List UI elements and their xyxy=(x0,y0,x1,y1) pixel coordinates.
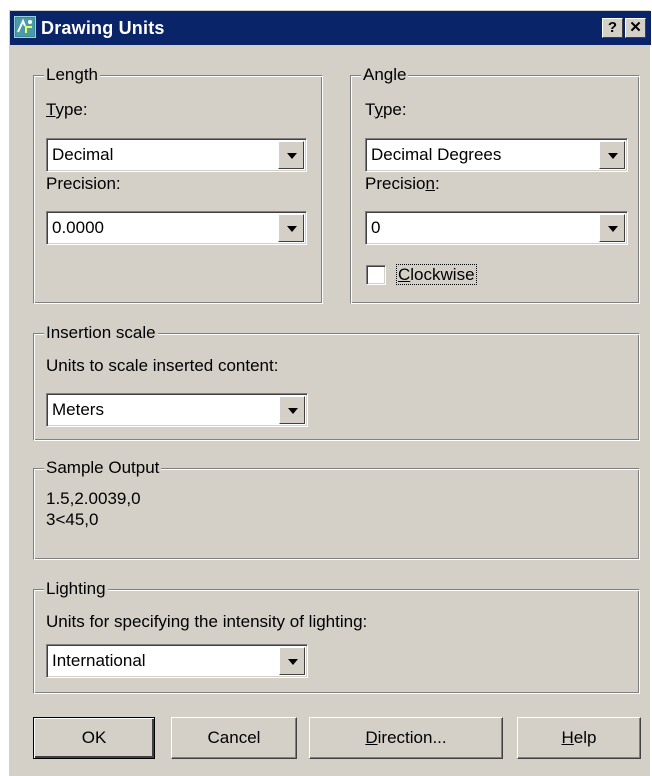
angle-type-label: Type: xyxy=(365,100,407,119)
angle-type-select[interactable]: Decimal Degrees xyxy=(365,138,628,172)
insertion-units-dropdown-button[interactable] xyxy=(279,396,305,424)
title-bar[interactable]: Drawing Units ? ✕ xyxy=(10,11,651,45)
sample-output-group-label: Sample Output xyxy=(44,458,162,478)
angle-type-dropdown-button[interactable] xyxy=(599,141,625,169)
angle-group-label: Angle xyxy=(361,65,409,85)
clockwise-checkbox[interactable] xyxy=(366,265,386,285)
lighting-group: Lighting Units for specifying the intens… xyxy=(33,579,640,694)
angle-precision-value: 0 xyxy=(371,218,381,237)
chevron-down-icon xyxy=(288,659,298,665)
lighting-units-dropdown-button[interactable] xyxy=(279,647,305,675)
length-group: Length Type: Decimal Precision: 0.0000 xyxy=(33,65,323,304)
length-group-label: Length xyxy=(44,65,100,85)
question-mark-icon: ? xyxy=(607,19,618,36)
insertion-units-select[interactable]: Meters xyxy=(46,393,308,427)
direction-button[interactable]: Direction... xyxy=(309,717,503,759)
lighting-description: Units for specifying the intensity of li… xyxy=(46,612,368,631)
insertion-scale-description: Units to scale inserted content: xyxy=(46,356,279,375)
chevron-down-icon xyxy=(287,153,297,159)
lighting-units-value: International xyxy=(52,651,146,670)
clockwise-label[interactable]: Clockwise xyxy=(396,264,477,285)
length-precision-label: Precision: xyxy=(46,174,121,193)
lighting-units-select[interactable]: International xyxy=(46,644,308,678)
help-question-button[interactable]: ? xyxy=(602,18,623,38)
sample-output-line-2: 3<45,0 xyxy=(46,510,99,529)
drawing-units-dialog: Drawing Units ? ✕ Length Type: Decimal P… xyxy=(9,10,651,776)
insertion-units-value: Meters xyxy=(52,400,104,419)
chevron-down-icon xyxy=(287,226,297,232)
chevron-down-icon xyxy=(608,226,618,232)
help-button[interactable]: Help xyxy=(517,717,641,759)
angle-precision-dropdown-button[interactable] xyxy=(599,214,625,242)
ok-button[interactable]: OK xyxy=(33,717,155,759)
length-precision-dropdown-button[interactable] xyxy=(278,214,304,242)
close-icon: ✕ xyxy=(629,19,642,36)
sample-output-group: Sample Output 1.5,2.0039,0 3<45,0 xyxy=(33,458,640,560)
length-type-value: Decimal xyxy=(52,145,114,164)
length-precision-select[interactable]: 0.0000 xyxy=(46,211,307,245)
window-title: Drawing Units xyxy=(41,18,165,38)
angle-precision-label: Precision: xyxy=(365,174,440,193)
insertion-scale-group: Insertion scale Units to scale inserted … xyxy=(33,323,640,441)
sample-output-line-1: 1.5,2.0039,0 xyxy=(46,489,141,508)
chevron-down-icon xyxy=(608,153,618,159)
close-button[interactable]: ✕ xyxy=(625,18,646,38)
insertion-scale-group-label: Insertion scale xyxy=(44,323,158,343)
length-type-label: Type: xyxy=(46,100,88,119)
angle-group: Angle Type: Decimal Degrees Precision: 0… xyxy=(350,65,640,304)
angle-type-value: Decimal Degrees xyxy=(371,145,502,164)
lighting-group-label: Lighting xyxy=(44,579,108,599)
length-type-dropdown-button[interactable] xyxy=(278,141,304,169)
cancel-button[interactable]: Cancel xyxy=(171,717,297,759)
drawing-units-app-icon xyxy=(14,16,36,38)
chevron-down-icon xyxy=(288,408,298,414)
length-precision-value: 0.0000 xyxy=(52,218,104,237)
angle-precision-select[interactable]: 0 xyxy=(365,211,628,245)
length-type-select[interactable]: Decimal xyxy=(46,138,307,172)
